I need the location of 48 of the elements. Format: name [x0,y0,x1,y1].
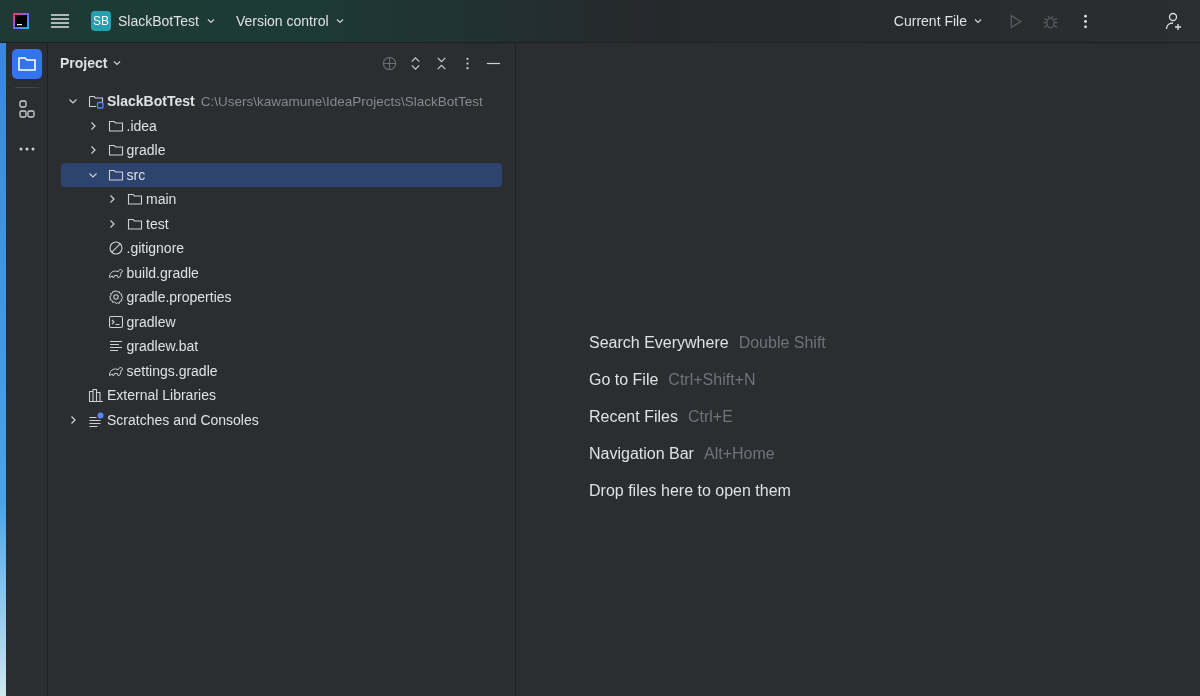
tree-item[interactable]: build.gradle [61,260,502,285]
chevron-down-icon[interactable] [205,16,216,26]
folder-icon [107,142,124,159]
module-folder-icon [88,93,104,110]
hint-action: Drop files here to open them [589,482,791,500]
prohibited-icon [107,240,124,257]
keyboard-shortcut: Alt+Home [703,445,775,463]
chevron-right-icon[interactable] [68,414,78,425]
folder-icon [127,191,143,208]
hint-action: Navigation Bar [589,445,694,463]
chevron-right-icon[interactable] [107,218,117,229]
chevron-right-icon[interactable] [107,194,117,205]
add-user-icon[interactable] [1164,11,1184,31]
tree-item[interactable]: gradle [61,138,502,163]
folder-icon[interactable] [11,49,42,79]
hint-action: Recent Files [589,408,678,426]
tree-item[interactable]: External Libraries [61,383,502,408]
tree-item[interactable]: settings.gradle [61,358,502,383]
app-logo-icon[interactable] [13,13,29,29]
keyboard-shortcut: Ctrl+E [687,408,733,426]
library-icon [88,387,104,404]
crosshair-icon[interactable] [382,55,397,71]
keyboard-shortcut: Ctrl+Shift+N [668,371,756,389]
tree-item[interactable]: Scratches and Consoles [61,407,502,432]
tree-item[interactable]: test [61,211,502,236]
gear-icon [107,289,124,306]
tree-item[interactable]: gradlew [61,309,502,334]
tree-item[interactable]: .idea [61,113,502,138]
tree-item[interactable]: SlackBotTest C:\Users\kawamune\IdeaProjects\SlackBotTest [61,89,502,114]
tree-item[interactable]: gradle.properties [61,285,502,310]
tree-item[interactable]: main [61,187,502,212]
chevron-down-icon[interactable] [334,16,345,26]
hint-action: Search Everywhere [589,334,729,352]
run-configuration-menu[interactable]: Current File [887,9,989,33]
project-switcher[interactable]: SB SlackBotTest [85,7,222,35]
chevron-down-icon[interactable] [112,58,123,68]
tree-item[interactable]: .gitignore [61,236,502,261]
tree-item[interactable]: gradlew.bat [61,334,502,359]
project-view-menu[interactable]: Project [60,55,123,71]
tree-item[interactable]: src [61,162,502,187]
hint-action: Go to File [589,371,659,389]
scratches-icon [88,411,104,428]
terminal-icon [107,313,124,330]
vcs-menu[interactable]: Version control [229,9,351,33]
collapse-all-icon[interactable] [434,55,449,71]
chevron-down-icon[interactable] [973,16,983,26]
menu-icon[interactable] [51,14,69,28]
keyboard-shortcut: Double Shift [738,334,826,352]
